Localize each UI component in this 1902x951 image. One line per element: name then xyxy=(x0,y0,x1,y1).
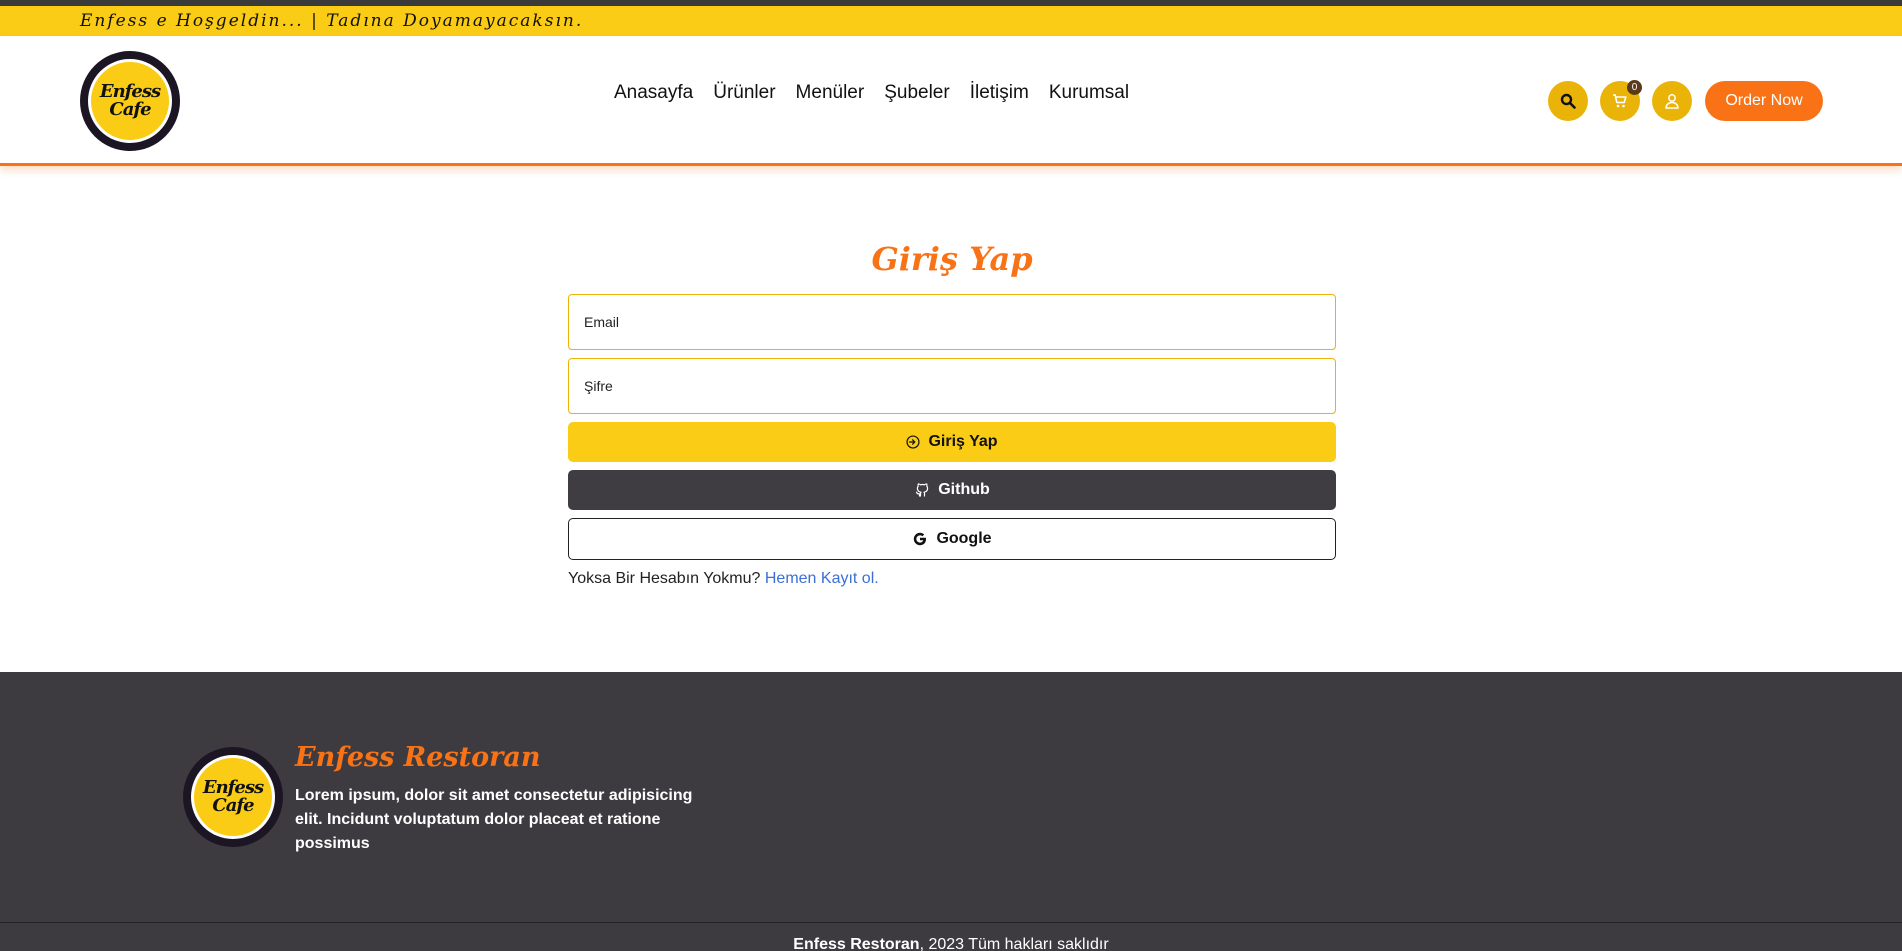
site-footer: Enfess Cafe Enfess Restoran Lorem ipsum,… xyxy=(0,672,1902,951)
register-prompt-text: Yoksa Bir Hesabın Yokmu? xyxy=(568,570,761,587)
password-field[interactable] xyxy=(568,358,1336,414)
user-icon xyxy=(1665,94,1679,109)
footer-title: Enfess Restoran xyxy=(295,742,541,773)
login-submit-button[interactable]: Giriş Yap xyxy=(568,422,1336,462)
site-header: Enfess Cafe Anasayfa Ürünler Menüler Şub… xyxy=(0,36,1902,166)
cart-count-badge: 0 xyxy=(1627,80,1642,95)
copyright: Enfess Restoran, 2023 Tüm hakları saklıd… xyxy=(793,936,1109,951)
register-link[interactable]: Hemen Kayıt ol. xyxy=(765,570,879,587)
main-nav: Anasayfa Ürünler Menüler Şubeler İletişi… xyxy=(614,82,1129,104)
logo-ring: Enfess Cafe xyxy=(88,59,172,143)
search-icon xyxy=(1560,93,1576,109)
register-prompt: Yoksa Bir Hesabın Yokmu? Hemen Kayıt ol. xyxy=(568,570,879,588)
welcome-text: Enfess e Hoşgeldin... | Tadına Doyamayac… xyxy=(80,11,584,31)
nav-item-menuler[interactable]: Menüler xyxy=(796,82,865,104)
google-icon xyxy=(914,532,927,546)
cart-icon xyxy=(1613,94,1627,108)
cart-button[interactable]: 0 xyxy=(1600,80,1642,121)
logo-text-line2: Cafe xyxy=(109,99,151,120)
nav-item-subeler[interactable]: Şubeler xyxy=(884,82,950,104)
email-field[interactable] xyxy=(568,294,1336,350)
footer-logo-ring: Enfess Cafe xyxy=(191,755,275,839)
footer-divider xyxy=(0,922,1902,923)
nav-item-kurumsal[interactable]: Kurumsal xyxy=(1049,82,1129,104)
footer-description: Lorem ipsum, dolor sit amet consectetur … xyxy=(295,787,693,852)
github-login-label: Github xyxy=(938,481,990,498)
copyright-brand: Enfess Restoran xyxy=(793,936,920,951)
login-title: Giriş Yap xyxy=(871,240,1033,278)
site-logo[interactable]: Enfess Cafe xyxy=(80,51,180,151)
footer-logo-line2: Cafe xyxy=(212,795,254,816)
google-login-label: Google xyxy=(936,530,992,547)
nav-item-urunler[interactable]: Ürünler xyxy=(713,82,775,104)
search-button[interactable] xyxy=(1548,81,1588,121)
nav-item-anasayfa[interactable]: Anasayfa xyxy=(614,82,693,104)
github-icon xyxy=(916,483,929,497)
nav-item-iletisim[interactable]: İletişim xyxy=(970,82,1029,104)
user-button[interactable] xyxy=(1652,81,1692,121)
welcome-bar: Enfess e Hoşgeldin... | Tadına Doyamayac… xyxy=(0,6,1902,36)
login-submit-label: Giriş Yap xyxy=(928,433,998,450)
order-now-button[interactable]: Order Now xyxy=(1705,81,1823,121)
google-login-button[interactable]: Google xyxy=(568,518,1336,560)
login-icon xyxy=(906,435,921,449)
github-login-button[interactable]: Github xyxy=(568,470,1336,510)
copyright-text: 2023 Tüm hakları saklıdır xyxy=(928,936,1109,951)
footer-logo[interactable]: Enfess Cafe xyxy=(183,747,283,847)
